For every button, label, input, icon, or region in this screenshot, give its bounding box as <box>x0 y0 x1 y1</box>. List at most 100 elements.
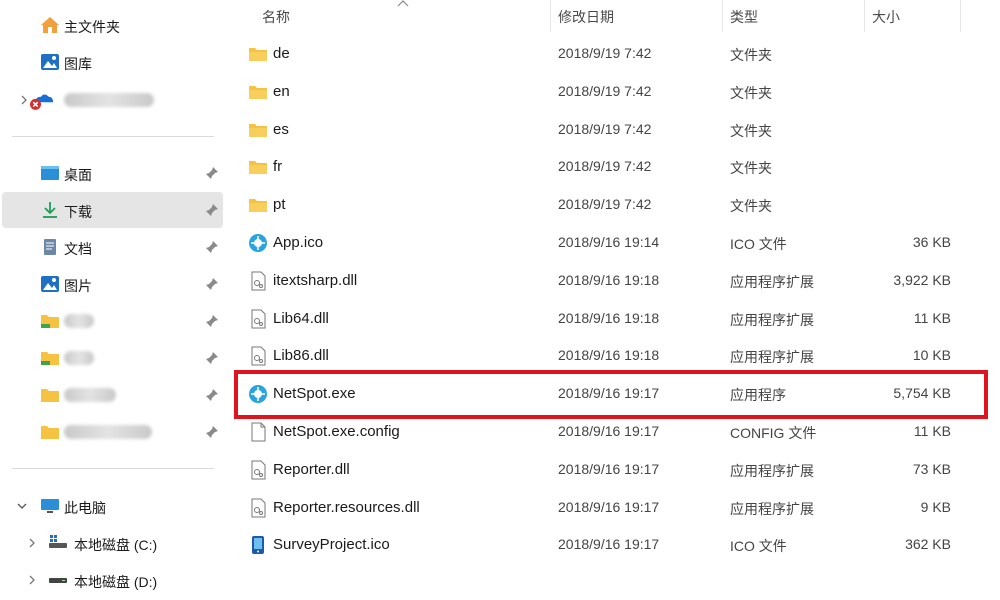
file-row[interactable]: Reporter.dll 2018/9/16 19:17 应用程序扩展 73 KB <box>228 451 1000 489</box>
blurred-folder-label <box>64 425 152 439</box>
pin-icon[interactable] <box>205 166 219 180</box>
pin-icon[interactable] <box>205 425 219 439</box>
file-date: 2018/9/16 19:18 <box>558 309 660 326</box>
folder-icon <box>249 123 267 137</box>
file-name[interactable]: NetSpot.exe.config <box>273 423 400 440</box>
pin-icon[interactable] <box>205 240 219 254</box>
column-header-name[interactable]: 名称 <box>254 0 550 32</box>
file-name[interactable]: es <box>273 121 289 138</box>
column-header-modified[interactable]: 修改日期 <box>550 0 722 32</box>
pin-icon[interactable] <box>205 203 219 217</box>
file-row[interactable]: itextsharp.dll 2018/9/16 19:18 应用程序扩展 3,922… <box>228 262 1000 300</box>
file-type: ICO 文件 <box>730 538 787 555</box>
pin-icon[interactable] <box>205 388 219 402</box>
column-divider[interactable] <box>960 0 961 32</box>
file-row[interactable]: Lib86.dll 2018/9/16 19:18 应用程序扩展 10 KB <box>228 337 1000 375</box>
pin-icon[interactable] <box>205 351 219 365</box>
file-name[interactable]: itextsharp.dll <box>273 272 357 289</box>
file-date: 2018/9/19 7:42 <box>558 158 652 175</box>
file-name[interactable]: en <box>273 83 290 100</box>
sidebar-item-home[interactable]: 主文件夹 <box>2 7 223 43</box>
file-row[interactable]: fr 2018/9/19 7:42 文件夹 <box>228 148 1000 186</box>
file-row[interactable]: NetSpot.exe 2018/9/16 19:17 应用程序 5,754 KB <box>228 375 1000 413</box>
file-date: 2018/9/16 19:17 <box>558 498 660 515</box>
gallery-icon <box>41 54 59 70</box>
file-row[interactable]: pt 2018/9/19 7:42 文件夹 <box>228 186 1000 224</box>
folder-icon <box>249 85 267 99</box>
sidebar-item-blurred-folder[interactable] <box>2 340 223 376</box>
folder-icon <box>41 389 59 402</box>
file-icon <box>251 422 266 442</box>
file-type: 应用程序扩展 <box>730 500 814 517</box>
file-name[interactable]: Lib86.dll <box>273 347 329 364</box>
file-type: 应用程序扩展 <box>730 462 814 479</box>
sidebar-item-documents[interactable]: 文档 <box>2 229 223 265</box>
pin-icon[interactable] <box>205 314 219 328</box>
file-date: 2018/9/16 19:17 <box>558 460 660 477</box>
file-name[interactable]: Reporter.dll <box>273 461 350 478</box>
column-header-type[interactable]: 类型 <box>722 0 864 32</box>
file-type: ICO 文件 <box>730 236 787 252</box>
drive-c-icon <box>49 535 67 548</box>
file-row[interactable]: Reporter.resources.dll 2018/9/16 19:17 应用程… <box>228 489 1000 527</box>
file-type: CONFIG 文件 <box>730 425 817 441</box>
file-name[interactable]: Lib64.dll <box>273 310 329 327</box>
file-name[interactable]: SurveyProject.ico <box>273 536 390 553</box>
chevron-down-icon[interactable] <box>16 500 28 512</box>
chevron-right-icon[interactable] <box>26 574 38 586</box>
sidebar-item-onedrive[interactable] <box>2 82 223 118</box>
home-icon <box>41 17 59 33</box>
file-size: 3,922 KB <box>893 271 951 288</box>
file-date: 2018/9/16 19:18 <box>558 347 660 364</box>
pin-icon[interactable] <box>205 277 219 291</box>
sidebar-label-drive-d: 本地磁盘 (D:) <box>74 574 158 590</box>
sidebar-label-drive-c: 本地磁盘 (C:) <box>74 537 158 553</box>
file-type: 文件夹 <box>730 122 772 139</box>
sidebar-item-blurred-folder[interactable] <box>2 303 223 339</box>
file-row[interactable]: Lib64.dll 2018/9/16 19:18 应用程序扩展 11 KB <box>228 300 1000 338</box>
file-date: 2018/9/16 19:17 <box>558 385 660 402</box>
navigation-pane: 主文件夹 图库 桌面 下载 文档 图片 此电脑 本地磁盘 (C:) 本地磁盘 (… <box>0 0 228 600</box>
chevron-right-icon[interactable] <box>26 537 38 549</box>
file-row[interactable]: en 2018/9/19 7:42 文件夹 <box>228 73 1000 111</box>
folder-icon <box>249 199 267 213</box>
file-date: 2018/9/19 7:42 <box>558 120 652 137</box>
file-row[interactable]: SurveyProject.ico 2018/9/16 19:17 ICO 文件 36… <box>228 526 1000 564</box>
file-row[interactable]: App.ico 2018/9/16 19:14 ICO 文件 36 KB <box>228 224 1000 262</box>
column-header-size[interactable]: 大小 <box>864 0 960 32</box>
file-name[interactable]: de <box>273 45 290 62</box>
file-date: 2018/9/16 19:18 <box>558 271 660 288</box>
sidebar-item-gallery[interactable]: 图库 <box>2 44 223 80</box>
file-name[interactable]: pt <box>273 196 286 213</box>
folder-icon <box>249 161 267 175</box>
sidebar-item-blurred-folder[interactable] <box>2 414 223 450</box>
file-row[interactable]: de 2018/9/19 7:42 文件夹 <box>228 35 1000 73</box>
sidebar-item-this-pc[interactable]: 此电脑 <box>2 488 223 524</box>
file-row[interactable]: NetSpot.exe.config 2018/9/16 19:17 CONFIG … <box>228 413 1000 451</box>
file-date: 2018/9/16 19:17 <box>558 423 660 439</box>
sidebar-item-pictures[interactable]: 图片 <box>2 266 223 302</box>
sidebar-label-this-pc: 此电脑 <box>64 500 106 516</box>
sidebar-label-home: 主文件夹 <box>64 19 120 35</box>
file-name[interactable]: App.ico <box>273 234 323 251</box>
file-name[interactable]: Reporter.resources.dll <box>273 499 420 516</box>
file-name[interactable]: fr <box>273 158 282 175</box>
column-header-name-label: 名称 <box>262 9 290 25</box>
sidebar-label-downloads: 下载 <box>64 204 92 220</box>
sidebar-item-drive-c[interactable]: 本地磁盘 (C:) <box>2 525 223 561</box>
sidebar-item-downloads[interactable]: 下载 <box>2 192 223 228</box>
file-size: 5,754 KB <box>893 385 951 402</box>
file-row[interactable]: es 2018/9/19 7:42 文件夹 <box>228 111 1000 149</box>
file-type: 应用程序扩展 <box>730 349 814 366</box>
sidebar-item-drive-d[interactable]: 本地磁盘 (D:) <box>2 562 223 598</box>
file-size: 9 KB <box>920 498 951 515</box>
file-name[interactable]: NetSpot.exe <box>273 385 356 402</box>
computer-icon <box>41 499 59 513</box>
file-size: 11 KB <box>913 423 951 439</box>
sidebar-item-desktop[interactable]: 桌面 <box>2 155 223 191</box>
sidebar-divider <box>12 468 214 469</box>
sidebar-item-blurred-folder[interactable] <box>2 377 223 413</box>
file-type: 应用程序 <box>730 387 786 404</box>
drive-d-icon <box>49 578 67 583</box>
sidebar-divider <box>12 136 214 137</box>
